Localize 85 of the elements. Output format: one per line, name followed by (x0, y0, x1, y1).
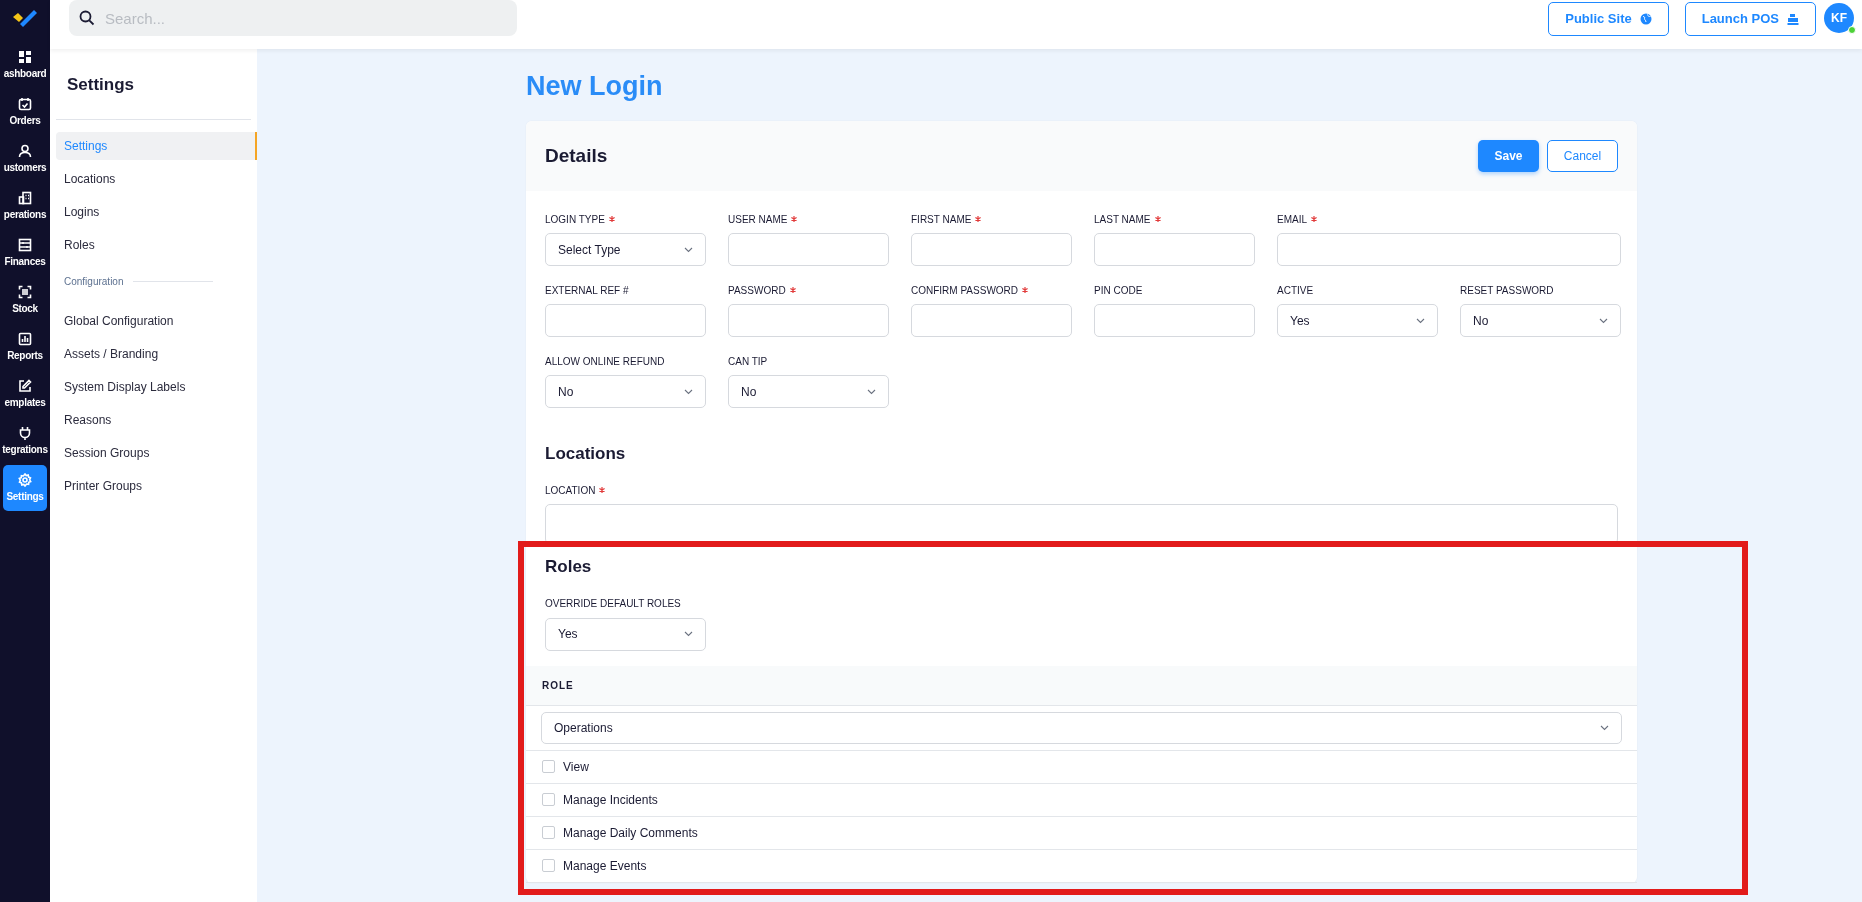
rail-item[interactable]: emplates (3, 371, 47, 417)
select-field[interactable]: Select Type (545, 233, 706, 266)
checkbox[interactable] (542, 760, 555, 774)
sidebar-item[interactable]: Reasons (56, 406, 257, 434)
chevron-down-icon (1600, 724, 1609, 731)
select-field[interactable]: No (545, 375, 706, 408)
field-label: RESET PASSWORD (1460, 283, 1554, 298)
field-label: EMAIL (1277, 212, 1307, 227)
field-label: LAST NAME (1094, 212, 1151, 227)
permission-label: Manage Events (563, 857, 647, 875)
cash-register-icon (1787, 13, 1799, 25)
field-label: ALLOW ONLINE REFUND (545, 354, 665, 369)
field-label: PIN CODE (1094, 283, 1143, 298)
field-label: FIRST NAME (911, 212, 972, 227)
field-label: LOCATION (545, 483, 596, 498)
checkbox[interactable] (542, 826, 555, 840)
section-label: Configuration (64, 275, 124, 289)
field-label: PASSWORD (728, 283, 786, 298)
sidebar-item[interactable]: Locations (56, 165, 257, 193)
calendar-check-icon (18, 96, 32, 111)
bar-chart-icon (18, 331, 32, 346)
gear-icon (18, 472, 32, 487)
input-field[interactable] (911, 233, 1072, 266)
rail-item[interactable]: tegrations (3, 418, 47, 464)
checkbox[interactable] (542, 793, 555, 807)
field-label: USER NAME (728, 212, 788, 227)
rail-item[interactable]: Reports (3, 324, 47, 370)
search-icon (79, 10, 95, 26)
sidebar-title: Settings (66, 74, 136, 96)
section-title: Details (545, 144, 608, 168)
globe-icon (1639, 13, 1652, 25)
chevron-down-icon (1416, 317, 1425, 324)
sidebar-item[interactable]: System Display Labels (56, 373, 257, 401)
person-icon (18, 143, 32, 158)
permission-label: Manage Daily Comments (563, 824, 698, 842)
sidebar-item[interactable]: Printer Groups (56, 472, 257, 500)
sidebar-item[interactable]: Session Groups (56, 439, 257, 467)
scan-frame-icon (18, 284, 32, 299)
sidebar-item[interactable]: Assets / Branding (56, 340, 257, 368)
logo-icon[interactable] (12, 8, 38, 30)
rail-item[interactable]: ashboard (3, 42, 47, 88)
page-title: New Login (526, 70, 664, 102)
chevron-down-icon (1599, 317, 1608, 324)
chevron-down-icon (684, 388, 693, 395)
select-field[interactable]: Yes (545, 617, 706, 651)
input-field[interactable] (728, 233, 889, 266)
select-field[interactable]: Yes (1277, 304, 1438, 337)
input-field[interactable] (728, 304, 889, 337)
cancel-button[interactable]: Cancel (1547, 140, 1618, 172)
building-icon (18, 190, 32, 205)
input-field[interactable] (911, 304, 1072, 337)
input-field[interactable] (545, 304, 706, 337)
chevron-down-icon (684, 246, 693, 253)
table-header: ROLE (526, 665, 1637, 706)
chevron-down-icon (684, 631, 693, 638)
input-field[interactable] (1094, 304, 1255, 337)
grid-icon (18, 49, 32, 64)
select-field[interactable]: Operations (541, 711, 1622, 744)
sidebar-item[interactable]: Roles (56, 231, 257, 259)
permission-label: Manage Incidents (563, 791, 658, 809)
input-field[interactable] (1277, 233, 1621, 266)
checkbox[interactable] (542, 859, 555, 873)
rail-item[interactable]: perations (3, 183, 47, 229)
rail-item[interactable]: Finances (3, 230, 47, 276)
input-field[interactable] (1094, 233, 1255, 266)
chevron-down-icon (867, 388, 876, 395)
field-label: LOGIN TYPE (545, 212, 605, 227)
section-title: Roles (544, 556, 593, 579)
select-field[interactable]: No (1460, 304, 1621, 337)
select-field[interactable]: No (728, 375, 889, 408)
field-label: OVERRIDE DEFAULT ROLES (545, 597, 681, 612)
field-label: ACTIVE (1277, 283, 1314, 298)
field-label: CONFIRM PASSWORD (911, 283, 1019, 298)
rail-item[interactable]: Orders (3, 89, 47, 135)
rail-item[interactable]: Stock (3, 277, 47, 323)
plug-icon (18, 425, 32, 440)
permission-label: View (563, 758, 589, 776)
rail-item[interactable]: ustomers (3, 136, 47, 182)
field-label: CAN TIP (728, 354, 768, 369)
abacus-icon (18, 237, 32, 252)
field-label: EXTERNAL REF # (545, 283, 629, 298)
section-title: Locations (544, 443, 627, 465)
edit-icon (18, 378, 32, 393)
sidebar-item[interactable]: Global Configuration (56, 307, 257, 335)
sidebar-item[interactable]: Logins (56, 198, 257, 226)
